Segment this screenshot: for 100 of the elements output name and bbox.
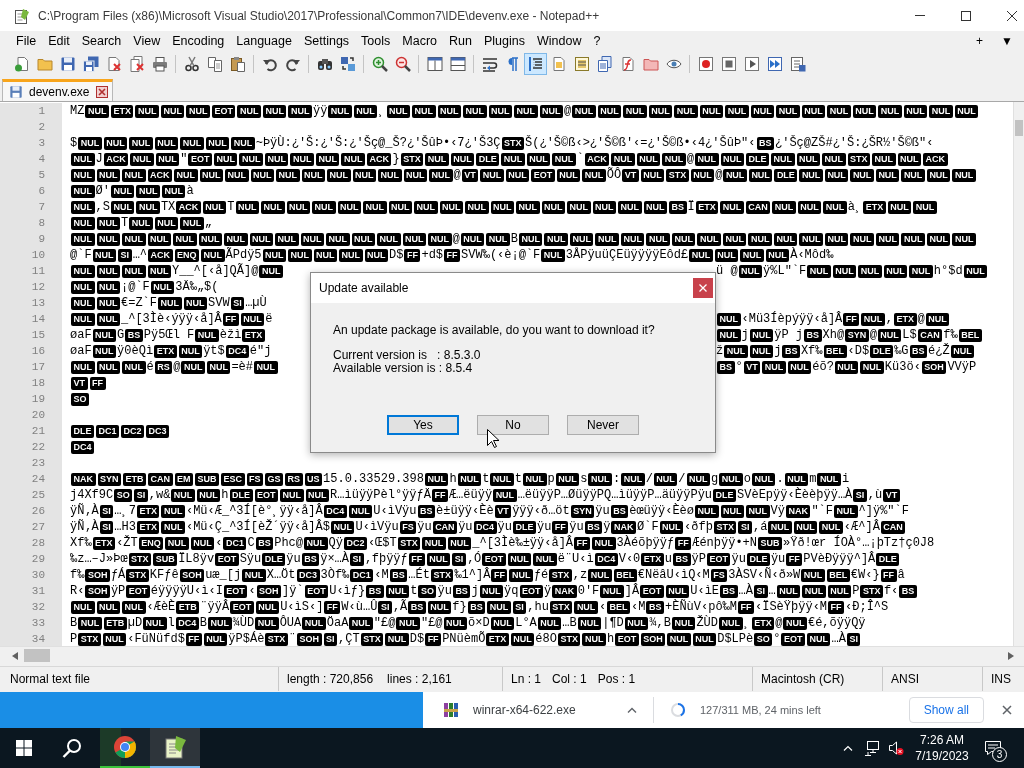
taskbar-app-button[interactable] [100,728,150,768]
caret-right-icon[interactable] [1008,651,1014,660]
menu-item[interactable]: ▼ [994,34,1020,48]
control-char-badge: SYN [570,504,595,518]
network-icon [864,740,880,756]
menu-item[interactable]: Search [75,34,128,48]
menu-item[interactable]: Plugins [477,34,531,48]
page-icon [550,55,567,72]
editor-text: Phc@ [274,536,303,550]
control-char-badge: NUL [450,152,475,166]
menu-item[interactable]: ? [587,34,607,48]
control-char-badge: NUL [240,312,265,326]
caret-left-icon[interactable] [12,651,18,660]
dialog-close-button[interactable] [693,278,713,298]
control-char-badge: SO [418,584,437,598]
control-char-badge: NUL [692,632,717,646]
dialog-button[interactable]: Yes [387,415,459,435]
editor-text: W‹ù…Û [341,600,378,614]
menu-item[interactable]: Edit [42,34,76,48]
control-char-badge: NUL [259,264,283,278]
control-char-badge: BS [669,200,687,214]
editor-text: @ [869,328,877,342]
control-char-badge: NUL [71,152,95,166]
control-char-badge: NUL [154,136,179,150]
taskbar-app-button[interactable] [150,728,200,768]
editor-text: } [392,152,400,166]
control-char-badge: CAN [917,328,943,342]
tab-close-button[interactable] [95,85,108,98]
clock-date[interactable]: 7/19/2023 [915,748,969,764]
menu-item[interactable]: Settings [297,34,356,48]
control-char-badge: DC1 [350,568,374,582]
control-char-badge: NUL [720,504,744,518]
control-char-badge: NUL [92,328,117,342]
control-char-badge: NUL [510,632,535,646]
editor-text: ¿'Šç@ZŠ#¿'Š:¿ŠR½'Š©ß"‹ [775,136,934,150]
editor-text: @ [564,104,572,118]
control-char-badge: NUL [699,104,724,118]
menu-item[interactable]: Window [530,34,588,48]
control-char-badge: EOT [615,632,639,646]
control-char-badge: NUL [722,232,747,246]
download-filename[interactable]: winrar-x64-622.exe [473,703,623,717]
control-char-badge: NUL [751,472,776,486]
close-icon[interactable] [1002,705,1012,715]
status-text: Ln : 1 [511,672,542,686]
chevron-up-icon[interactable] [627,707,637,713]
editor-text: ,S [95,200,110,214]
dialog-message: An update package is available, do you want to download it? [333,323,656,337]
editor-text: B [199,616,208,630]
control-char-badge: DC4 [594,552,618,566]
editor-text: ‹ [248,584,256,598]
editor-text: …ëüÿÿP…ØüÿÿPQ…ìüÿÿP…äüÿÿPÿu [517,488,713,502]
control-char-badge: STX [501,136,525,150]
control-char-badge: NUL [487,600,511,614]
control-char-badge: VT [622,168,639,182]
editor-text: ‹ [215,536,223,550]
editor-text: ü @ [716,264,738,278]
line-number: 6 [38,184,45,198]
notification-button[interactable]: 3 [976,728,1010,768]
toolbar-button[interactable] [524,52,547,75]
menu-item[interactable]: Encoding [166,34,231,48]
dialog-button[interactable]: Never [567,415,639,435]
editor-text: ÏL8ÿv [178,552,215,566]
horizontal-scrollbar[interactable] [0,646,1024,664]
control-char-badge: SI [134,488,148,502]
dialog-button[interactable]: No [477,415,549,435]
editor-text: …H3 [114,520,136,534]
file-tab[interactable]: devenv.exe [2,79,113,101]
control-char-badge: NUL [623,104,647,118]
clock-time[interactable]: 7:26 AM [920,732,964,748]
control-char-badge: NUL [762,360,786,374]
control-char-badge: NUL [539,104,564,118]
menu-item[interactable]: Macro [396,34,444,48]
editor-text: ‹Œ$T [367,536,397,550]
control-char-badge: NUL [96,312,120,326]
control-char-badge: NUL [952,168,976,182]
menu-item[interactable]: Tools [355,34,397,48]
menu-item[interactable]: View [127,34,167,48]
editor-text: ¾,B [649,616,671,630]
menu-item[interactable]: Run [443,34,478,48]
vertical-scrollbar[interactable] [1013,102,1024,646]
control-char-badge: NUL [428,232,452,246]
show-all-button[interactable]: Show all [908,697,984,723]
control-char-badge: NUL [388,200,412,214]
control-char-badge: BS [899,584,917,598]
control-char-badge: NUL [490,200,514,214]
menu-item[interactable]: + [969,34,991,48]
editor-text: …À [738,584,753,598]
line-number: 30 [31,568,45,582]
control-char-badge: NUL [199,168,223,182]
control-char-badge: FF [880,568,897,582]
menu-item[interactable]: Language [230,34,298,48]
editor-text: U‹ìS‹] [280,600,324,614]
control-char-badge: EOT [519,584,543,598]
menu-item[interactable]: File [10,34,43,48]
control-char-badge: NUL [352,168,376,182]
control-char-badge: NUL [555,472,580,486]
editor-text: _^[3Ìè‹ýÿÿ‹å]Â [121,312,222,326]
control-char-badge: NUL [719,616,743,630]
editor-text: ]Â [624,584,640,598]
editor-text: é"j [249,344,272,358]
